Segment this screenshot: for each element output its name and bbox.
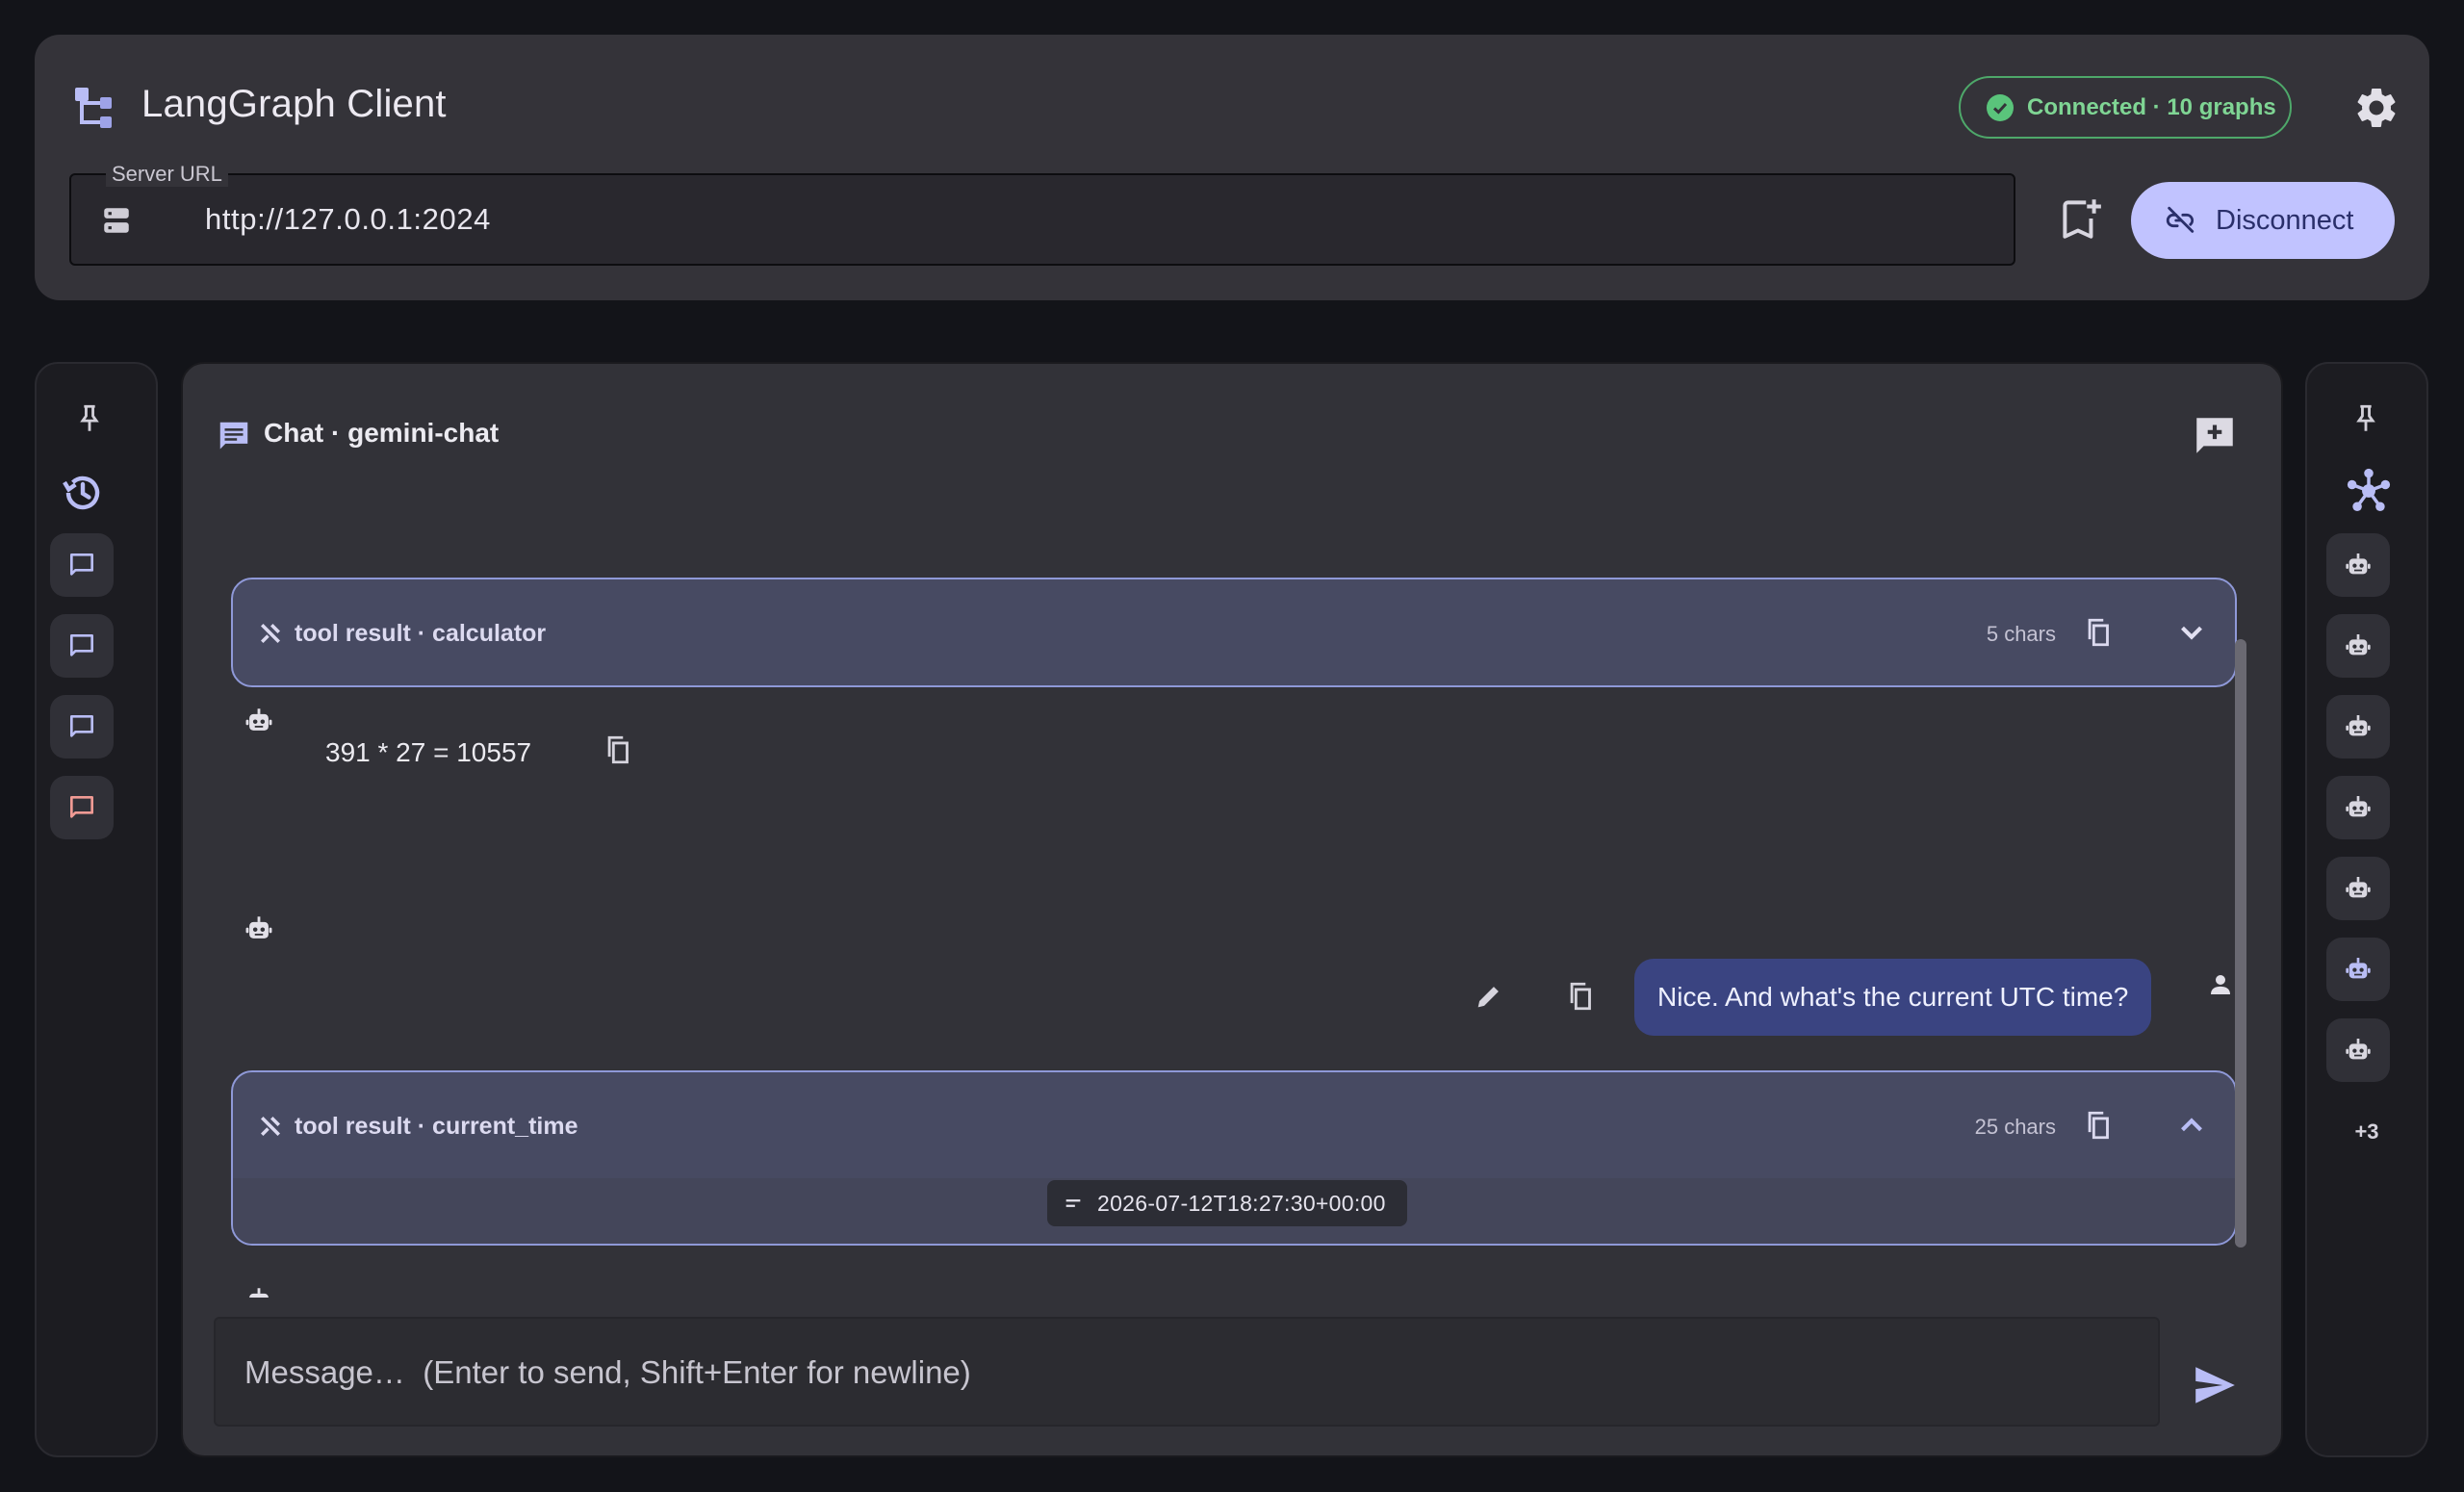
chevron-up-icon[interactable] — [2173, 1107, 2210, 1144]
robot-icon — [2346, 715, 2371, 736]
thread-item-4[interactable] — [50, 776, 114, 839]
message-input[interactable] — [244, 1344, 2131, 1402]
chat-title: Chat · gemini-chat — [264, 418, 500, 448]
tools-icon — [261, 1117, 280, 1136]
chat-bubble-icon — [70, 634, 93, 656]
link-off-icon — [2166, 206, 2194, 233]
right-sidebar: +3 — [2305, 362, 2428, 1457]
graph-item-7[interactable] — [2326, 1018, 2390, 1082]
copy-icon[interactable] — [1565, 980, 1598, 1013]
tool-result-value-text: 2026-07-12T18:27:30+00:00 — [1097, 1190, 1386, 1216]
check-circle-icon — [1987, 93, 2014, 121]
tool-result-card[interactable]: tool result · calculator 5 chars — [231, 578, 2237, 687]
thread-item-2[interactable] — [50, 614, 114, 678]
history-icon[interactable] — [60, 470, 106, 516]
assistant-message: 391 * 27 = 10557 — [325, 737, 532, 767]
graph-item-5[interactable] — [2326, 857, 2390, 920]
left-sidebar — [35, 362, 158, 1457]
graph-item-4[interactable] — [2326, 776, 2390, 839]
connection-status-text: Connected · 10 graphs — [2027, 93, 2276, 120]
thread-item-3[interactable] — [50, 695, 114, 759]
more-graphs-count[interactable]: +3 — [2307, 1119, 2426, 1145]
connection-status-badge[interactable]: Connected · 10 graphs — [1959, 76, 2292, 139]
chat-icon — [219, 422, 248, 450]
graph-network-icon[interactable] — [2344, 466, 2394, 516]
settings-gear-icon[interactable] — [2352, 84, 2400, 132]
chat-bubble-icon — [70, 553, 93, 576]
robot-icon — [2346, 877, 2371, 898]
disconnect-button[interactable]: Disconnect — [2131, 182, 2395, 259]
disconnect-label: Disconnect — [2216, 204, 2354, 236]
message-scrollbar[interactable] — [2235, 639, 2246, 1248]
robot-icon — [2346, 1039, 2371, 1060]
new-chat-icon[interactable] — [2191, 412, 2239, 460]
tool-result-header[interactable]: tool result · calculator 5 chars — [233, 579, 2235, 685]
graph-item-6-active[interactable] — [2326, 938, 2390, 1001]
tool-result-char-count: 25 chars — [1974, 1115, 2056, 1139]
copy-icon[interactable] — [603, 733, 635, 766]
message-list[interactable]: tool result · calculator 5 chars 391 * 2… — [183, 508, 2281, 1298]
tool-result-char-count: 5 chars — [1986, 622, 2056, 646]
send-icon[interactable] — [2191, 1361, 2239, 1409]
server-url-field[interactable]: Server URL http://127.0.0.1:2024 — [69, 162, 2015, 266]
copy-icon[interactable] — [2083, 616, 2116, 649]
tool-result-label: tool result · current_time — [295, 1113, 578, 1140]
pin-icon[interactable] — [73, 402, 106, 435]
graph-item-3[interactable] — [2326, 695, 2390, 759]
server-icon — [104, 208, 129, 233]
robot-icon — [2346, 796, 2371, 817]
user-message-text: Nice. And what's the current UTC time? — [1657, 982, 2129, 1012]
user-message-bubble: Nice. And what's the current UTC time? — [1634, 959, 2152, 1036]
save-bookmark-icon[interactable] — [2056, 194, 2104, 243]
message-composer[interactable] — [214, 1317, 2160, 1427]
graph-item-2[interactable] — [2326, 614, 2390, 678]
graph-item-1[interactable] — [2326, 533, 2390, 597]
thread-item-1[interactable] — [50, 533, 114, 597]
assistant-avatar-icon — [245, 916, 272, 939]
chat-bubble-error-icon — [70, 796, 93, 818]
short-text-icon — [1065, 1199, 1081, 1207]
chat-bubble-icon — [70, 715, 93, 737]
app-title: LangGraph Client — [141, 83, 447, 125]
app-header: LangGraph Client Connected · 10 graphs S… — [35, 35, 2429, 300]
edit-pencil-icon[interactable] — [1473, 980, 1505, 1013]
assistant-avatar-icon — [245, 708, 272, 731]
server-url-label: Server URL — [106, 162, 228, 187]
tool-result-card-expanded[interactable]: tool result · current_time 25 chars 2026… — [231, 1070, 2237, 1246]
assistant-avatar-icon — [249, 1288, 269, 1298]
copy-icon[interactable] — [2083, 1109, 2116, 1142]
tool-result-label: tool result · calculator — [295, 620, 547, 647]
tool-result-body: 2026-07-12T18:27:30+00:00 — [233, 1178, 2235, 1244]
graph-logo-icon — [75, 88, 112, 128]
chevron-down-icon[interactable] — [2173, 614, 2210, 651]
chat-panel: Chat · gemini-chat tool result · calcula… — [181, 362, 2283, 1457]
server-url-input[interactable]: http://127.0.0.1:2024 — [205, 202, 491, 237]
pin-icon[interactable] — [2349, 402, 2382, 435]
user-avatar-icon — [2211, 975, 2230, 994]
tool-result-value: 2026-07-12T18:27:30+00:00 — [1047, 1180, 1407, 1226]
robot-icon — [2346, 958, 2371, 979]
robot-icon — [2346, 553, 2371, 575]
tool-result-header[interactable]: tool result · current_time 25 chars — [233, 1072, 2235, 1178]
tools-icon — [261, 624, 280, 643]
robot-icon — [2346, 634, 2371, 656]
